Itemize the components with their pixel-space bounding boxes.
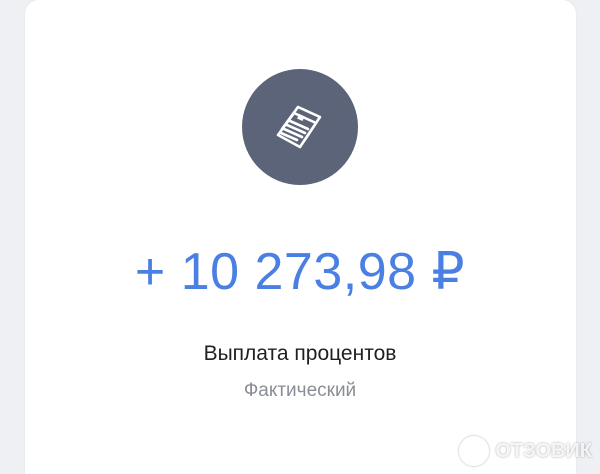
- watermark-text: ОТЗОВИК: [495, 439, 592, 462]
- banknotes-icon: [276, 105, 322, 149]
- watermark-logo-icon: [459, 436, 490, 466]
- operation-icon-badge: [242, 69, 358, 185]
- watermark: ОТЗОВИК: [459, 436, 592, 466]
- operation-status: Фактический: [243, 380, 357, 401]
- operation-title: Выплата процентов: [203, 342, 397, 365]
- operation-amount: + 10 273,98 ₽: [134, 243, 466, 301]
